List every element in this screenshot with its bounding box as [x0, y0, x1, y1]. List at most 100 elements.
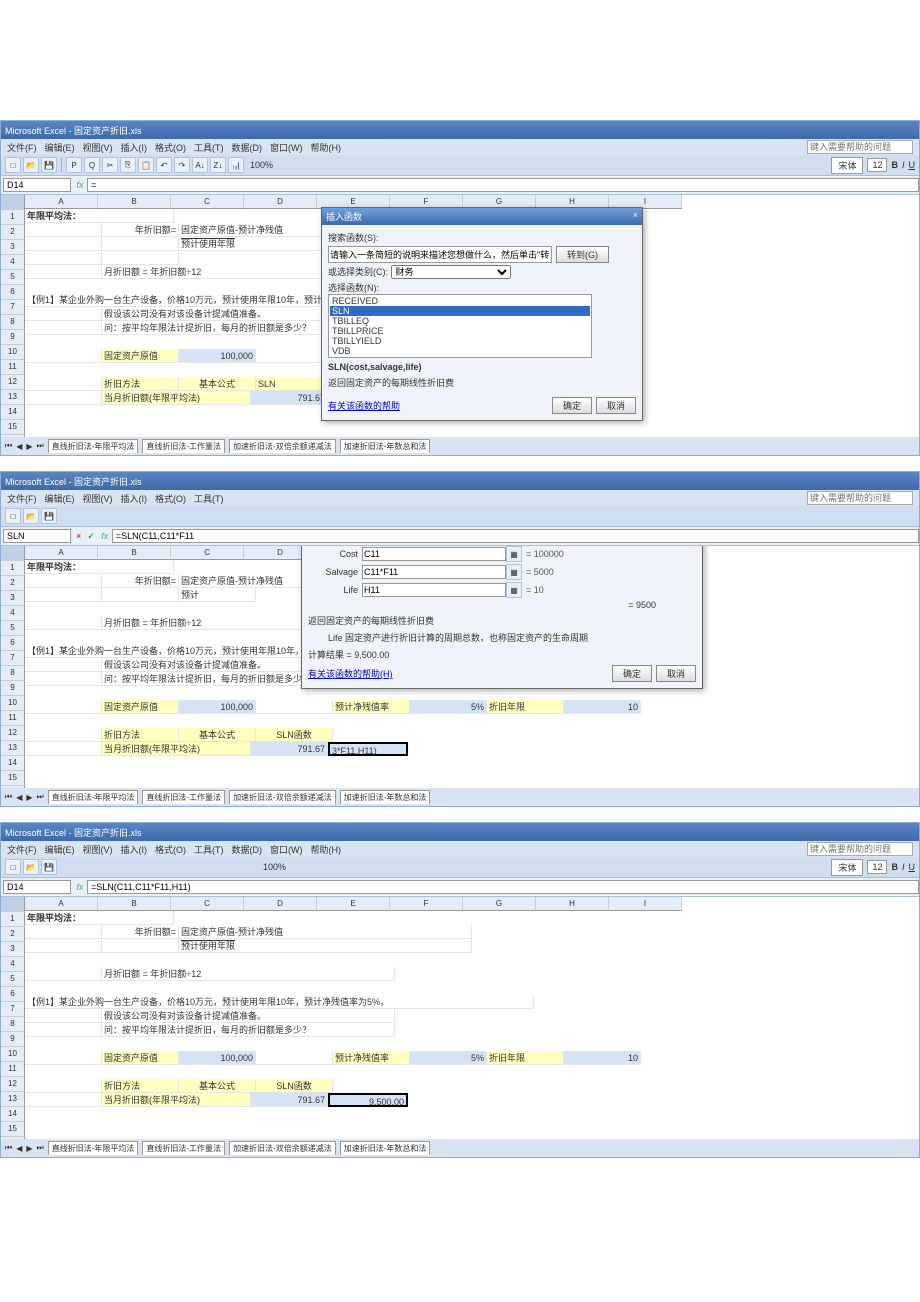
cancel-button[interactable]: 取消 — [656, 665, 696, 682]
cancel-entry-icon[interactable]: × — [73, 531, 84, 541]
list-item[interactable]: VDB — [330, 346, 590, 356]
menu-window[interactable]: 窗口(W) — [270, 843, 303, 856]
menu-insert[interactable]: 插入(I) — [121, 141, 148, 154]
row-header[interactable]: 4 — [1, 957, 25, 972]
menu-tools[interactable]: 工具(T) — [194, 141, 224, 154]
font-size[interactable]: 12 — [867, 860, 887, 874]
tab-nav-next-icon[interactable]: ▶ — [26, 793, 32, 802]
row-header[interactable]: 9 — [1, 330, 25, 345]
cell[interactable]: 基本公式 — [179, 1079, 256, 1093]
cell[interactable]: 791.67 — [251, 391, 328, 405]
row-header[interactable]: 12 — [1, 726, 25, 741]
col-header[interactable]: B — [98, 195, 171, 209]
cell[interactable]: 折旧方法 — [102, 728, 179, 742]
row-header[interactable]: 11 — [1, 711, 25, 726]
sheet-tab[interactable]: 直线折旧法-工作量法 — [142, 1141, 225, 1155]
col-header[interactable]: D — [244, 195, 317, 209]
menu-tools[interactable]: 工具(T) — [194, 843, 224, 856]
row-header[interactable]: 9 — [1, 681, 25, 696]
sheet-tab[interactable]: 加速折旧法-双倍余额递减法 — [229, 439, 336, 453]
cancel-button[interactable]: 取消 — [596, 397, 636, 414]
underline-icon[interactable]: U — [909, 160, 916, 170]
zoom-display[interactable]: 100% — [259, 862, 290, 872]
col-header[interactable]: C — [171, 546, 244, 560]
menu-insert[interactable]: 插入(I) — [121, 843, 148, 856]
sheet-tab[interactable]: 直线折旧法-年限平均法 — [48, 439, 139, 453]
col-header[interactable]: B — [98, 546, 171, 560]
name-box[interactable] — [3, 178, 71, 192]
cell[interactable]: 5% — [410, 1051, 487, 1065]
cell[interactable]: 年折旧额= — [102, 574, 179, 588]
cell[interactable]: 年折旧额= — [102, 925, 179, 939]
cell[interactable]: 基本公式 — [179, 377, 256, 391]
chart-icon[interactable]: 📊 — [228, 157, 244, 173]
cell[interactable]: 【例1】某企业外购一台生产设备，价格10万元，预计使用年限10年，预计净残值率为… — [25, 644, 318, 658]
row-header[interactable]: 9 — [1, 1032, 25, 1047]
row-header[interactable]: 6 — [1, 636, 25, 651]
open-icon[interactable]: 📂 — [23, 859, 39, 875]
row-header[interactable]: 14 — [1, 756, 25, 771]
sort-asc-icon[interactable]: A↓ — [192, 157, 208, 173]
row-header[interactable]: 13 — [1, 1092, 25, 1107]
active-cell[interactable]: 3*F11,H11) — [328, 742, 408, 756]
row-header[interactable]: 8 — [1, 1017, 25, 1032]
cell[interactable]: 预计 — [179, 588, 256, 602]
search-function-input[interactable] — [328, 246, 552, 263]
sheet-tab[interactable]: 直线折旧法-年限平均法 — [48, 790, 139, 804]
list-item[interactable]: XIRR — [330, 356, 590, 358]
row-header[interactable]: 4 — [1, 255, 25, 270]
row-header[interactable]: 3 — [1, 591, 25, 606]
go-button[interactable]: 转到(G) — [556, 246, 609, 263]
formula-input[interactable] — [87, 178, 919, 192]
range-picker-icon[interactable]: ▦ — [506, 564, 522, 580]
fx-button[interactable]: fx — [73, 882, 87, 892]
menu-help[interactable]: 帮助(H) — [311, 141, 342, 154]
row-header[interactable]: 14 — [1, 1107, 25, 1122]
row-header[interactable]: 8 — [1, 315, 25, 330]
tab-nav-prev-icon[interactable]: ◀ — [16, 793, 22, 802]
cell[interactable]: SLN函数 — [256, 728, 333, 742]
tab-nav-next-icon[interactable]: ▶ — [26, 1144, 32, 1153]
row-header[interactable]: 11 — [1, 360, 25, 375]
cell[interactable]: 5% — [410, 700, 487, 714]
row-header[interactable]: 12 — [1, 375, 25, 390]
row-header[interactable]: 2 — [1, 927, 25, 942]
help-search-input[interactable] — [807, 842, 913, 856]
font-name[interactable]: 宋体 — [831, 157, 863, 174]
cell[interactable]: 预计净残值率 — [333, 700, 410, 714]
cell[interactable]: 问：按平均年限法计提折旧，每月的折旧额是多少？ — [102, 1023, 395, 1037]
paste-icon[interactable]: 📋 — [138, 157, 154, 173]
row-header[interactable]: 15 — [1, 771, 25, 786]
menu-view[interactable]: 视图(V) — [83, 843, 113, 856]
cell[interactable]: 10 — [564, 700, 641, 714]
col-header[interactable]: C — [171, 195, 244, 209]
row-header[interactable]: 13 — [1, 741, 25, 756]
menu-window[interactable]: 窗口(W) — [270, 141, 303, 154]
cell[interactable]: 791.67 — [251, 742, 328, 756]
row-header[interactable]: 5 — [1, 621, 25, 636]
row-header[interactable]: 10 — [1, 696, 25, 711]
row-header[interactable]: 10 — [1, 345, 25, 360]
cell[interactable]: 固定资产原值-预计净残值 — [179, 925, 472, 939]
menu-data[interactable]: 数据(D) — [232, 141, 263, 154]
confirm-entry-icon[interactable]: ✓ — [84, 531, 98, 542]
sheet-tab[interactable]: 加速折旧法-双倍余额递减法 — [229, 1141, 336, 1155]
menu-help[interactable]: 帮助(H) — [311, 843, 342, 856]
menu-view[interactable]: 视图(V) — [83, 141, 113, 154]
list-item[interactable]: TBILLYIELD — [330, 336, 590, 346]
col-header[interactable]: C — [171, 897, 244, 911]
sheet-tab[interactable]: 加速折旧法-年数总和法 — [340, 790, 431, 804]
save-icon[interactable]: 💾 — [41, 859, 57, 875]
menu-format[interactable]: 格式(O) — [155, 141, 186, 154]
tab-nav-prev-icon[interactable]: ◀ — [16, 442, 22, 451]
open-icon[interactable]: 📂 — [23, 508, 39, 524]
cell[interactable]: 基本公式 — [179, 728, 256, 742]
cell[interactable]: 【例1】某企业外购一台生产设备，价格10万元，预计使用年限10年，预计净残值率为… — [25, 995, 534, 1009]
menu-edit[interactable]: 编辑(E) — [45, 141, 75, 154]
help-link[interactable]: 有关该函数的帮助(H) — [308, 667, 393, 680]
cost-input[interactable] — [362, 547, 506, 561]
menu-format[interactable]: 格式(O) — [155, 843, 186, 856]
salvage-input[interactable] — [362, 565, 506, 579]
menu-view[interactable]: 视图(V) — [83, 492, 113, 505]
print-icon[interactable]: P — [66, 157, 82, 173]
